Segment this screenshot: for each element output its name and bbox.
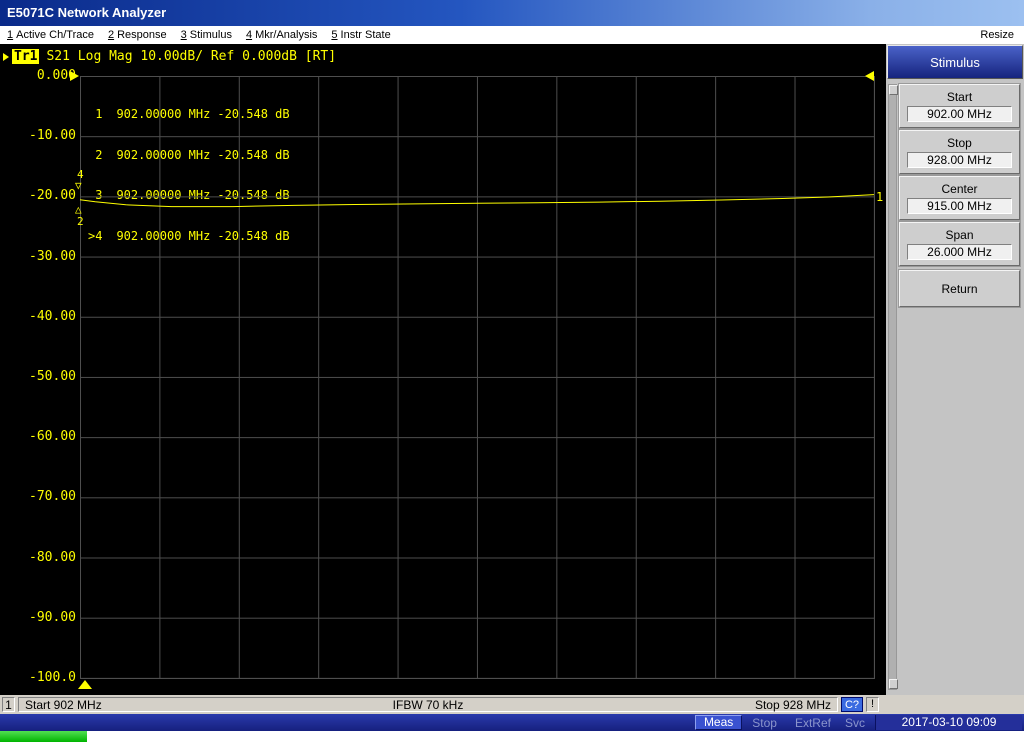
menu-instr-state[interactable]: 5 Instr State [324,29,397,41]
trace-format-text: S21 Log Mag 10.00dB/ Ref 0.000dB [RT] [46,49,337,64]
y-tick-label: 0.000 [36,68,76,83]
analyzer-screen: E5071C Network Analyzer 1 Active Ch/Trace… [0,0,1024,742]
bottom-strip [0,731,1024,742]
y-tick-label: -10.00 [29,128,76,143]
y-tick-label: -90.00 [29,610,76,625]
window-title: E5071C Network Analyzer [7,5,167,20]
reference-level-arrow-right-icon [865,71,874,81]
span-value: 26.000 MHz [907,244,1012,260]
softkey-span[interactable]: Span 26.000 MHz [899,222,1020,266]
datetime-display: 2017-03-10 09:09 [875,715,1022,730]
y-tick-label: -80.00 [29,550,76,565]
stop-value: 928.00 MHz [907,152,1012,168]
cal-status-badge: C? [841,697,863,712]
softkey-stop[interactable]: Stop 928.00 MHz [899,130,1020,174]
softkey-center[interactable]: Center 915.00 MHz [899,176,1020,220]
softkey-return[interactable]: Return [899,270,1020,307]
menu-resize[interactable]: Resize [973,29,1024,41]
marker-triangle-down-icon: ▽ [75,179,82,192]
scroll-down-icon[interactable] [889,679,898,689]
instrument-status-bar: Meas Stop ExtRef Svc 2017-03-10 09:09 [0,714,1024,731]
meas-status-indicator: Meas [694,715,743,730]
y-tick-label: -20.00 [29,188,76,203]
taskbar-button-fragment[interactable] [0,731,87,742]
softkey-start[interactable]: Start 902.00 MHz [899,84,1020,128]
trace-badge[interactable]: Tr1 [12,49,40,64]
menu-response[interactable]: 2 Response [101,29,174,41]
reference-level-arrow-left-icon [70,71,79,81]
softkey-scrollbar[interactable] [888,84,898,690]
warning-indicator: ! [866,697,879,712]
y-tick-label: -50.00 [29,369,76,384]
trace-end-number: 1 [876,190,884,204]
y-tick-label: -40.00 [29,309,76,324]
plot-area: Tr1 S21 Log Mag 10.00dB/ Ref 0.000dB [RT… [0,44,886,695]
s21-trace [79,194,875,208]
sweep-start-arrow-icon [78,680,92,689]
menu-active-ch-trace[interactable]: 1 Active Ch/Trace [0,29,101,41]
stop-status-indicator: Stop [752,715,777,730]
y-tick-label: -70.00 [29,489,76,504]
start-value: 902.00 MHz [907,106,1012,122]
y-tick-label: -30.00 [29,249,76,264]
ifbw-text: IFBW 70 kHz [392,697,464,712]
trace-header: Tr1 S21 Log Mag 10.00dB/ Ref 0.000dB [RT… [3,49,336,64]
graticule: 4 ▽ △ 2 [75,76,875,679]
marker-number-label: 2 [77,215,84,228]
y-tick-label: -100.0 [29,670,76,685]
svc-status-indicator: Svc [844,715,865,730]
extref-status-indicator: ExtRef [794,715,831,730]
menu-bar: 1 Active Ch/Trace 2 Response 3 Stimulus 4 Mk… [0,26,1024,44]
y-tick-label: -60.00 [29,429,76,444]
menu-stimulus[interactable]: 3 Stimulus [174,29,239,41]
center-value: 915.00 MHz [907,198,1012,214]
channel-number: 1 [2,697,15,712]
marker-triangle-up-icon: △ [75,203,82,216]
softkey-panel: Stimulus Start 902.00 MHz Stop 928.00 MH… [886,44,1024,695]
scroll-up-icon[interactable] [889,85,898,95]
sweep-range-panel: Start 902 MHz IFBW 70 kHz Stop 928 MHz [18,697,838,712]
active-trace-arrow-icon [3,52,9,61]
trace-svg [79,194,875,208]
status-bar: 1 Start 902 MHz IFBW 70 kHz Stop 928 MHz… [0,695,1024,714]
window-title-bar: E5071C Network Analyzer [0,0,1024,26]
menu-mkr-analysis[interactable]: 4 Mkr/Analysis [239,29,324,41]
softkey-menu-title: Stimulus [887,45,1023,79]
